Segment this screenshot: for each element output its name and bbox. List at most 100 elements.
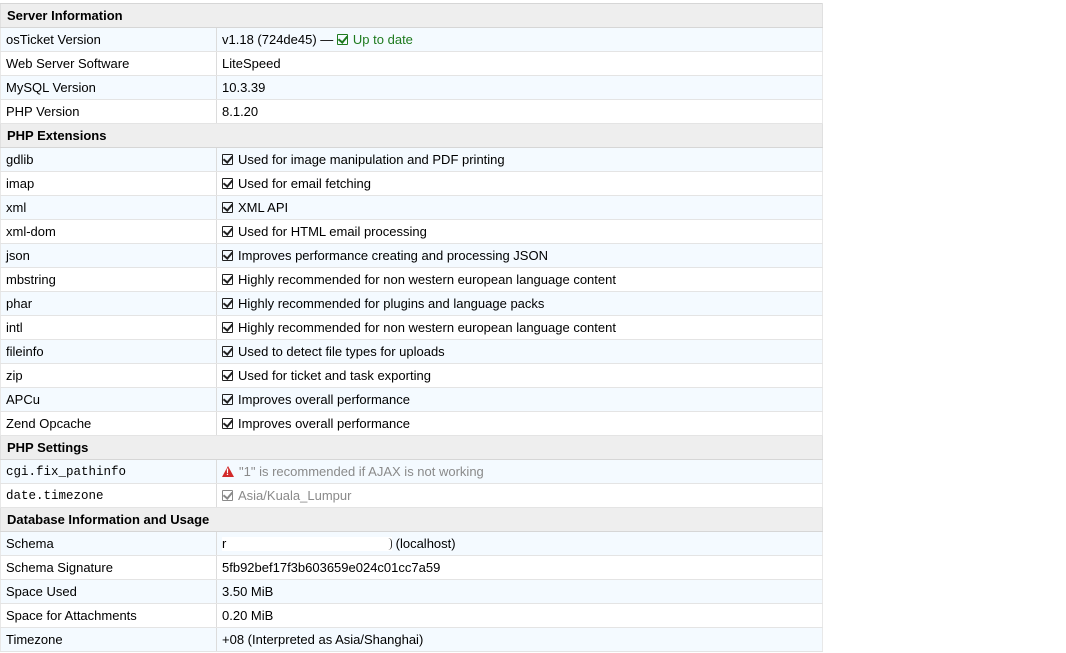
row-value: Improves overall performance bbox=[216, 411, 823, 436]
row-value: Used to detect file types for uploads bbox=[216, 339, 823, 364]
row-value: 10.3.39 bbox=[216, 75, 823, 100]
row-value-text: Used to detect file types for uploads bbox=[238, 344, 445, 359]
row-value: 0.20 MiB bbox=[216, 603, 823, 628]
row-label: PHP Version bbox=[0, 99, 217, 124]
row-value-text: Used for image manipulation and PDF prin… bbox=[238, 152, 505, 167]
row-value: LiteSpeed bbox=[216, 51, 823, 76]
row-label: Space Used bbox=[0, 579, 217, 604]
table-row: cgi.fix_pathinfo "1" is recommended if A… bbox=[0, 459, 823, 484]
row-value: 5fb92bef17f3b603659e024c01cc7a59 bbox=[216, 555, 823, 580]
row-label: Space for Attachments bbox=[0, 603, 217, 628]
row-value-text: Improves overall performance bbox=[238, 416, 410, 431]
up-to-date-status: Up to date bbox=[352, 32, 413, 47]
row-value-text: Used for HTML email processing bbox=[238, 224, 427, 239]
row-label: osTicket Version bbox=[0, 27, 217, 52]
row-value-text: XML API bbox=[238, 200, 289, 215]
table-row: Schema Signature 5fb92bef17f3b603659e024… bbox=[0, 555, 823, 580]
check-square-icon bbox=[336, 34, 348, 45]
check-square-icon bbox=[222, 274, 233, 285]
row-value: Highly recommended for plugins and langu… bbox=[216, 291, 823, 316]
row-value-text: (localhost) bbox=[395, 536, 456, 551]
check-square-icon bbox=[222, 346, 233, 357]
row-label: xml-dom bbox=[0, 219, 217, 244]
row-value: Used for image manipulation and PDF prin… bbox=[216, 147, 823, 172]
redacted-schema-name bbox=[222, 536, 392, 551]
check-square-icon bbox=[222, 490, 233, 501]
row-label: xml bbox=[0, 195, 217, 220]
table-row: json Improves performance creating and p… bbox=[0, 243, 823, 268]
section-title: PHP Extensions bbox=[0, 123, 823, 148]
row-value-text: Improves performance creating and proces… bbox=[238, 248, 548, 263]
table-row: osTicket Version v1.18 (724de45) — Up to… bbox=[0, 27, 823, 52]
row-value: Improves overall performance bbox=[216, 387, 823, 412]
table-row: intl Highly recommended for non western … bbox=[0, 315, 823, 340]
row-value-text: Improves overall performance bbox=[238, 392, 410, 407]
check-square-icon bbox=[222, 322, 233, 333]
row-label: imap bbox=[0, 171, 217, 196]
row-value: Used for email fetching bbox=[216, 171, 823, 196]
row-value: +08 (Interpreted as Asia/Shanghai) bbox=[216, 627, 823, 652]
row-label: Zend Opcache bbox=[0, 411, 217, 436]
table-row: Space Used 3.50 MiB bbox=[0, 579, 823, 604]
table-row: phar Highly recommended for plugins and … bbox=[0, 291, 823, 316]
table-row: Timezone +08 (Interpreted as Asia/Shangh… bbox=[0, 627, 823, 652]
row-value: 8.1.20 bbox=[216, 99, 823, 124]
table-row: PHP Version 8.1.20 bbox=[0, 99, 823, 124]
table-row: zip Used for ticket and task exporting bbox=[0, 363, 823, 388]
table-row: imap Used for email fetching bbox=[0, 171, 823, 196]
row-label: MySQL Version bbox=[0, 75, 217, 100]
section-header-settings: PHP Settings bbox=[0, 435, 823, 460]
row-label: intl bbox=[0, 315, 217, 340]
check-square-icon bbox=[222, 154, 233, 165]
row-label: Schema Signature bbox=[0, 555, 217, 580]
row-label: Web Server Software bbox=[0, 51, 217, 76]
table-row: Space for Attachments 0.20 MiB bbox=[0, 603, 823, 628]
row-value-text: Highly recommended for non western europ… bbox=[238, 272, 616, 287]
table-row: xml XML API bbox=[0, 195, 823, 220]
table-row: fileinfo Used to detect file types for u… bbox=[0, 339, 823, 364]
check-square-icon bbox=[222, 178, 233, 189]
row-value: Highly recommended for non western europ… bbox=[216, 267, 823, 292]
row-value: (localhost) bbox=[216, 531, 823, 556]
warning-triangle-icon bbox=[222, 466, 234, 477]
row-label: json bbox=[0, 243, 217, 268]
check-square-icon bbox=[222, 298, 233, 309]
section-header-server: Server Information bbox=[0, 3, 823, 28]
row-label: gdlib bbox=[0, 147, 217, 172]
row-label: cgi.fix_pathinfo bbox=[0, 459, 217, 484]
row-value-text: Used for ticket and task exporting bbox=[238, 368, 431, 383]
row-label: APCu bbox=[0, 387, 217, 412]
table-row: gdlib Used for image manipulation and PD… bbox=[0, 147, 823, 172]
row-label: date.timezone bbox=[0, 483, 217, 508]
row-value: Highly recommended for non western europ… bbox=[216, 315, 823, 340]
table-row: date.timezone Asia/Kuala_Lumpur bbox=[0, 483, 823, 508]
system-information-table: Server Information osTicket Version v1.1… bbox=[0, 3, 823, 652]
row-value-text: Asia/Kuala_Lumpur bbox=[238, 488, 352, 503]
row-value-text: Highly recommended for non western europ… bbox=[238, 320, 616, 335]
check-square-icon bbox=[222, 370, 233, 381]
table-row: MySQL Version 10.3.39 bbox=[0, 75, 823, 100]
row-label: Schema bbox=[0, 531, 217, 556]
row-value: Used for HTML email processing bbox=[216, 219, 823, 244]
row-label: zip bbox=[0, 363, 217, 388]
check-square-icon bbox=[222, 394, 233, 405]
row-value: Used for ticket and task exporting bbox=[216, 363, 823, 388]
row-value: Asia/Kuala_Lumpur bbox=[216, 483, 823, 508]
table-row: Web Server Software LiteSpeed bbox=[0, 51, 823, 76]
row-label: mbstring bbox=[0, 267, 217, 292]
row-value: 3.50 MiB bbox=[216, 579, 823, 604]
check-square-icon bbox=[222, 250, 233, 261]
version-text: v1.18 (724de45) — bbox=[222, 32, 334, 47]
row-value-text: Highly recommended for plugins and langu… bbox=[238, 296, 545, 311]
section-header-database: Database Information and Usage bbox=[0, 507, 823, 532]
row-value: "1" is recommended if AJAX is not workin… bbox=[216, 459, 823, 484]
section-title: PHP Settings bbox=[0, 435, 823, 460]
row-label: Timezone bbox=[0, 627, 217, 652]
table-row: Zend Opcache Improves overall performanc… bbox=[0, 411, 823, 436]
check-square-icon bbox=[222, 226, 233, 237]
section-title: Server Information bbox=[0, 3, 823, 28]
row-label: fileinfo bbox=[0, 339, 217, 364]
check-square-icon bbox=[222, 202, 233, 213]
table-row: APCu Improves overall performance bbox=[0, 387, 823, 412]
check-square-icon bbox=[222, 418, 233, 429]
